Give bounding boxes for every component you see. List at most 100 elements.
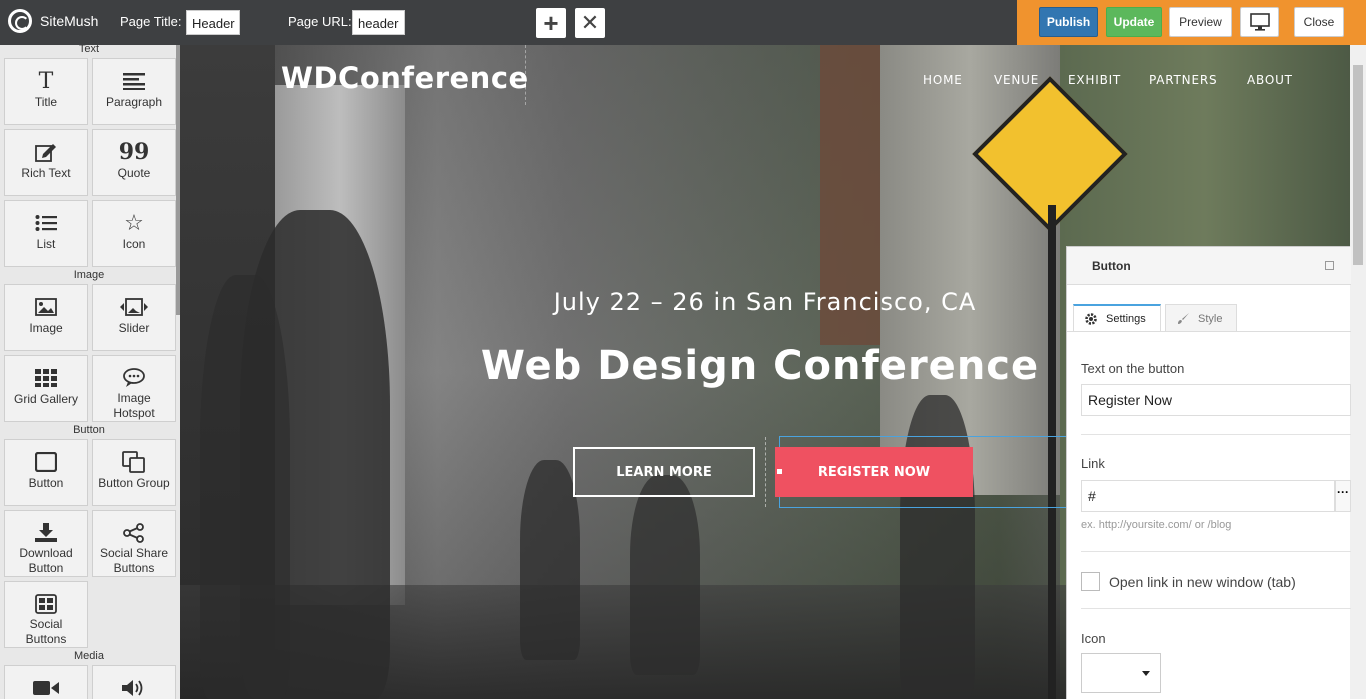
widget-paragraph[interactable]: Paragraph	[92, 58, 176, 125]
nav-exhibit[interactable]: EXHIBIT	[1068, 73, 1121, 87]
widget-grid-gallery[interactable]: Grid Gallery	[4, 355, 88, 422]
close-button[interactable]: Close	[1294, 7, 1344, 37]
section-button-label: Button	[73, 424, 105, 436]
link-input[interactable]: #	[1081, 480, 1335, 512]
button-text-input[interactable]: Register Now	[1081, 384, 1351, 416]
page-url-input[interactable]: header	[352, 10, 405, 35]
tab-settings[interactable]: Settings	[1073, 304, 1161, 332]
sitemush-logo-icon	[8, 9, 32, 33]
widget-social-share[interactable]: Social Share Buttons	[92, 510, 176, 577]
widget-social-share-label: Social Share Buttons	[100, 546, 168, 576]
copy-icon	[122, 450, 146, 474]
quote-icon: 99	[118, 139, 150, 165]
widget-list[interactable]: List	[4, 200, 88, 267]
widget-video[interactable]	[4, 665, 88, 699]
update-button[interactable]: Update	[1106, 7, 1162, 37]
edit-icon	[35, 140, 57, 164]
widget-button[interactable]: Button	[4, 439, 88, 506]
tab-style-label: Style	[1198, 312, 1223, 325]
widget-image-label: Image	[29, 321, 63, 335]
device-toggle-button[interactable]	[1240, 7, 1279, 37]
page-title-label: Page Title:	[120, 14, 182, 29]
widget-social-buttons-label: Social Buttons	[26, 617, 67, 647]
image-icon	[35, 295, 57, 319]
top-bar: SiteMush Page Title: Header Page URL: he…	[0, 0, 1366, 45]
popout-icon[interactable]	[1325, 261, 1334, 270]
widget-button-group[interactable]: Button Group	[92, 439, 176, 506]
comment-icon	[123, 366, 145, 389]
square-icon	[35, 450, 57, 474]
page-title-input[interactable]: Header	[186, 10, 240, 35]
new-window-checkbox[interactable]	[1081, 572, 1100, 591]
social-share-label-line1: Social Share	[99, 546, 169, 560]
tab-style[interactable]: Style	[1165, 304, 1237, 332]
social-buttons-label-line1: Social	[29, 617, 63, 631]
desktop-monitor-icon	[1249, 13, 1270, 31]
man-background	[200, 275, 290, 699]
widget-sidebar: Text T Title Paragraph Rich Text 99 Quot…	[0, 45, 180, 699]
hero-title[interactable]: Web Design Conference	[480, 343, 1040, 389]
panel-header[interactable]: Button	[1067, 247, 1351, 285]
widget-quote[interactable]: 99 Quote	[92, 129, 176, 196]
widget-slider[interactable]: Slider	[92, 284, 176, 351]
divider	[1081, 434, 1351, 435]
grid-icon	[35, 366, 57, 390]
widget-image[interactable]: Image	[4, 284, 88, 351]
canvas-scrollbar-thumb[interactable]	[1353, 65, 1363, 265]
text-on-button-label: Text on the button	[1081, 361, 1185, 376]
add-page-button[interactable]: +	[536, 8, 566, 38]
widget-social-buttons[interactable]: Social Buttons	[4, 581, 88, 648]
widget-icon[interactable]: ☆ Icon	[92, 200, 176, 267]
hotspot-label-line2: Hotspot	[113, 406, 155, 420]
share-icon	[123, 521, 145, 544]
nav-venue[interactable]: VENUE	[994, 73, 1039, 87]
divider	[1081, 608, 1351, 609]
widget-download-button[interactable]: Download Button	[4, 510, 88, 577]
link-label: Link	[1081, 456, 1105, 471]
hotspot-label-line1: Image	[117, 391, 151, 405]
nav-about[interactable]: ABOUT	[1247, 73, 1293, 87]
icon-select[interactable]	[1081, 653, 1161, 693]
new-window-label: Open link in new window (tab)	[1109, 574, 1296, 590]
widget-list-label: List	[36, 237, 56, 251]
download-label-line2: Button	[28, 561, 64, 575]
download-label-line1: Download	[19, 546, 73, 560]
pedestrian	[630, 475, 700, 675]
star-icon: ☆	[124, 210, 144, 235]
canvas-scrollbar[interactable]	[1350, 45, 1366, 699]
learn-more-button[interactable]: LEARN MORE	[573, 447, 755, 497]
icon-label: Icon	[1081, 631, 1106, 646]
site-logo[interactable]: WDConference	[281, 61, 529, 95]
resize-handle[interactable]	[777, 469, 782, 474]
widget-rich-text-label: Rich Text	[21, 166, 71, 180]
button-settings-panel: Button Settings Style Text on the button…	[1066, 246, 1351, 699]
register-now-button[interactable]: REGISTER NOW	[775, 447, 973, 497]
link-browse-button[interactable]: ···	[1335, 480, 1351, 512]
panel-title: Button	[1092, 259, 1131, 273]
close-icon: ✕	[580, 10, 600, 35]
widget-button-label: Button	[28, 476, 64, 490]
preview-button[interactable]: Preview	[1169, 7, 1232, 37]
title-icon: T	[38, 68, 54, 94]
brand[interactable]: SiteMush	[8, 9, 98, 33]
widget-title[interactable]: T Title	[4, 58, 88, 125]
delete-page-button[interactable]: ✕	[575, 8, 605, 38]
nav-partners[interactable]: PARTNERS	[1149, 73, 1217, 87]
hero-date[interactable]: July 22 – 26 in San Francisco, CA	[520, 288, 1010, 316]
widget-image-hotspot[interactable]: Image Hotspot	[92, 355, 176, 422]
link-hint: ex. http://yoursite.com/ or /blog	[1081, 519, 1232, 531]
widget-button-group-label: Button Group	[98, 476, 170, 490]
widget-audio[interactable]	[92, 665, 176, 699]
section-media-label: Media	[74, 650, 104, 662]
publish-button[interactable]: Publish	[1039, 7, 1098, 37]
nav-home[interactable]: HOME	[923, 73, 963, 87]
pedestrian	[520, 460, 580, 660]
widget-quote-label: Quote	[117, 166, 151, 180]
divider	[1081, 551, 1351, 552]
video-camera-icon	[33, 676, 59, 699]
widget-rich-text[interactable]: Rich Text	[4, 129, 88, 196]
guide-line	[765, 437, 766, 507]
brand-name: SiteMush	[40, 13, 99, 29]
widget-slider-label: Slider	[118, 321, 150, 335]
section-text-label: Text	[78, 45, 100, 55]
